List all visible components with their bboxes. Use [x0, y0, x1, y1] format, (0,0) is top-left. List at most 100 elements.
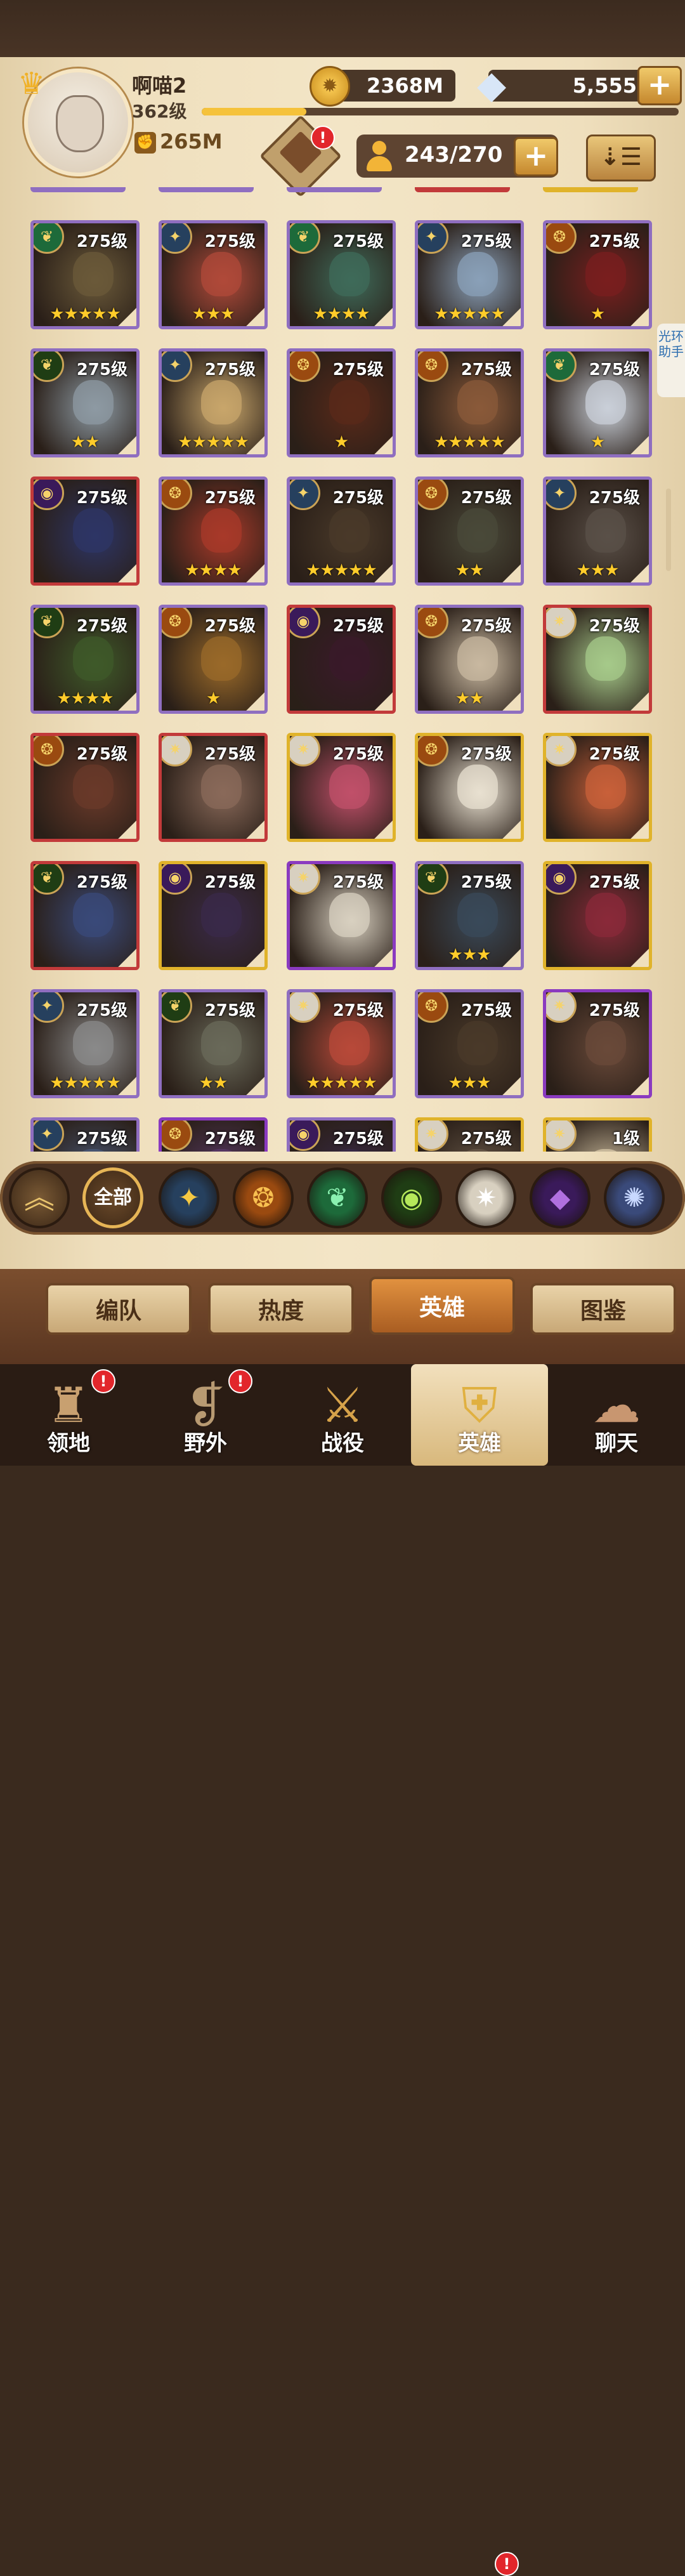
filter-mauler-icon[interactable]: ❂ — [233, 1167, 294, 1228]
hero-card[interactable]: ✷ 275级 — [159, 733, 268, 842]
tab-heroes[interactable]: 英雄 — [369, 1277, 515, 1335]
lightbearer-faction-icon: ✦ — [546, 480, 577, 510]
hero-card[interactable]: ❂ 275级 ★★ — [415, 605, 524, 714]
filter-dimensional-icon[interactable]: ✺ — [604, 1167, 665, 1228]
hero-level: 275级 — [204, 617, 256, 636]
hero-card[interactable]: ✷ 1级 — [543, 1117, 652, 1152]
hero-card[interactable]: ◉ 275级 — [543, 861, 652, 970]
tab-popularity[interactable]: 热度 — [208, 1283, 354, 1335]
nav-scroll-map[interactable]: ❡ 野外! — [137, 1364, 274, 1466]
hero-level: 275级 — [332, 1001, 384, 1020]
tab-codex[interactable]: 图鉴 — [530, 1283, 676, 1335]
hero-card[interactable]: ◉ 275级 — [30, 476, 140, 586]
hero-level: 275级 — [589, 1001, 640, 1020]
hero-card[interactable]: ✷ 275级 — [543, 605, 652, 714]
filter-all-button[interactable]: 全部 — [82, 1167, 143, 1228]
formation-alert-badge: ! — [311, 126, 335, 150]
hero-stars: ★★★★★ — [434, 433, 506, 452]
hero-card[interactable]: ✷ 275级 ★★★★★ — [287, 989, 396, 1098]
hero-card[interactable]: ✦ 275级 ★★★★★ — [415, 220, 524, 329]
hero-card[interactable]: ❂ 275级 ★ — [543, 220, 652, 329]
hero-card[interactable]: ◉ 275级 — [287, 605, 396, 714]
player-level: 362级 — [132, 101, 187, 122]
expand-capacity-button[interactable]: + — [514, 137, 558, 176]
hero-card-partial[interactable] — [415, 187, 510, 192]
hero-card-partial[interactable] — [30, 187, 126, 192]
hero-card-partial[interactable] — [543, 187, 638, 192]
hero-level: 275级 — [332, 873, 384, 892]
hero-card[interactable]: ❂ 275级 — [415, 733, 524, 842]
nav-chat-bubble[interactable]: ☁ 聊天 — [548, 1364, 685, 1466]
tab-formation[interactable]: 编队 — [46, 1283, 192, 1335]
hero-card[interactable]: ✦ 275级 — [30, 1117, 140, 1152]
hero-stars: ★★★ — [576, 561, 620, 580]
nav-helmet[interactable]: ⛨ 英雄 — [411, 1364, 548, 1466]
nav-castle[interactable]: ♜ 领地! — [0, 1364, 137, 1466]
hero-card-partial[interactable] — [287, 187, 382, 192]
hero-level: 275级 — [76, 489, 127, 508]
hero-card[interactable]: ❂ 275级 ★ — [159, 605, 268, 714]
hero-card[interactable]: ❂ 275级 ★★ — [415, 476, 524, 586]
sort-button[interactable]: ⇣☰ — [586, 135, 656, 181]
hero-level: 275级 — [204, 873, 256, 892]
mauler-faction-icon: ❂ — [418, 480, 448, 510]
hero-stars: ★★ — [70, 433, 100, 452]
hero-stars: ★★★★★ — [306, 561, 377, 580]
hero-card[interactable]: ❂ 275级 ★★★ — [415, 989, 524, 1098]
hero-stars: ★★★ — [192, 305, 235, 324]
hero-level: 275级 — [460, 360, 512, 379]
filter-wilder-icon[interactable]: ❦ — [307, 1167, 368, 1228]
lightbearer-faction-icon: ✦ — [34, 1120, 64, 1151]
hero-card[interactable]: ❦ 275级 — [30, 861, 140, 970]
celestial-faction-icon: ✷ — [290, 992, 320, 1023]
hero-stars: ★ — [590, 433, 605, 452]
hero-card[interactable]: ✦ 275级 ★★★ — [159, 220, 268, 329]
hero-card[interactable]: ◉ 275级 — [287, 1117, 396, 1152]
hero-card[interactable]: ✷ 275级 — [287, 733, 396, 842]
hero-card[interactable]: ❦ 275级 ★ — [543, 348, 652, 457]
hero-card[interactable]: ✦ 275级 ★★★★★ — [287, 476, 396, 586]
hero-card[interactable]: ❦ 275级 ★★★★★ — [30, 220, 140, 329]
hero-level: 275级 — [76, 1129, 127, 1148]
hero-level: 275级 — [589, 873, 640, 892]
add-gems-button[interactable]: + — [637, 66, 682, 105]
celestial-faction-icon: ✷ — [162, 736, 192, 766]
filter-hypogean-icon[interactable]: ◆ — [530, 1167, 590, 1228]
hero-grid: ❦ 275级 ★★★★★ ✦ 275级 ★★★ ❦ 275级 ★★★★ ✦ 275级 ★★★★★ ❂ 27… — [30, 187, 658, 1152]
hero-card[interactable]: ✷ 275级 — [415, 1117, 524, 1152]
mauler-faction-icon: ❂ — [162, 1120, 192, 1151]
hero-card[interactable]: ✦ 275级 ★★★★★ — [159, 348, 268, 457]
mauler-faction-icon: ❂ — [418, 352, 448, 382]
hero-card[interactable]: ❦ 275级 ★★ — [159, 989, 268, 1098]
hero-level: 275级 — [460, 873, 512, 892]
hero-card[interactable]: ✷ 275级 — [543, 733, 652, 842]
hero-card[interactable]: ✦ 275级 ★★★★★ — [30, 989, 140, 1098]
scrollbar[interactable] — [666, 489, 671, 571]
mauler-faction-icon: ❂ — [162, 608, 192, 638]
nav-label: 野外 — [184, 1431, 227, 1456]
nav-crossed-swords[interactable]: ⚔ 战役 — [274, 1364, 411, 1466]
hero-stars: ★★ — [455, 689, 485, 708]
hero-card[interactable]: ◉ 275级 — [159, 861, 268, 970]
filter-lightbearer-icon[interactable]: ✦ — [159, 1167, 219, 1228]
hero-card[interactable]: ✦ 275级 ★★★ — [543, 476, 652, 586]
filter-graveborn-icon[interactable]: ◉ — [381, 1167, 442, 1228]
filter-celestial-icon[interactable]: ✷ — [455, 1167, 516, 1228]
hero-card[interactable]: ❦ 275级 ★★★ — [415, 861, 524, 970]
collapse-up-icon[interactable]: ︽ — [9, 1167, 70, 1228]
aura-helper-tab[interactable]: 光环助手 — [657, 324, 685, 397]
hero-level: 275级 — [460, 1001, 512, 1020]
gem-counter[interactable]: 5,555 — [488, 70, 649, 102]
hero-card[interactable]: ❦ 275级 ★★★★ — [30, 605, 140, 714]
hero-card[interactable]: ❂ 275级 ★★★★★ — [415, 348, 524, 457]
hero-card[interactable]: ❂ 275级 ★ — [287, 348, 396, 457]
hero-stars: ★★★★★ — [49, 1074, 121, 1093]
hero-card[interactable]: ✷ 275级 — [543, 989, 652, 1098]
hero-card-partial[interactable] — [159, 187, 254, 192]
hero-card[interactable]: ❂ 275级 — [159, 1117, 268, 1152]
hero-card[interactable]: ❦ 275级 ★★ — [30, 348, 140, 457]
hero-card[interactable]: ❂ 275级 ★★★★ — [159, 476, 268, 586]
hero-card[interactable]: ✷ 275级 — [287, 861, 396, 970]
hero-card[interactable]: ❂ 275级 — [30, 733, 140, 842]
hero-card[interactable]: ❦ 275级 ★★★★ — [287, 220, 396, 329]
